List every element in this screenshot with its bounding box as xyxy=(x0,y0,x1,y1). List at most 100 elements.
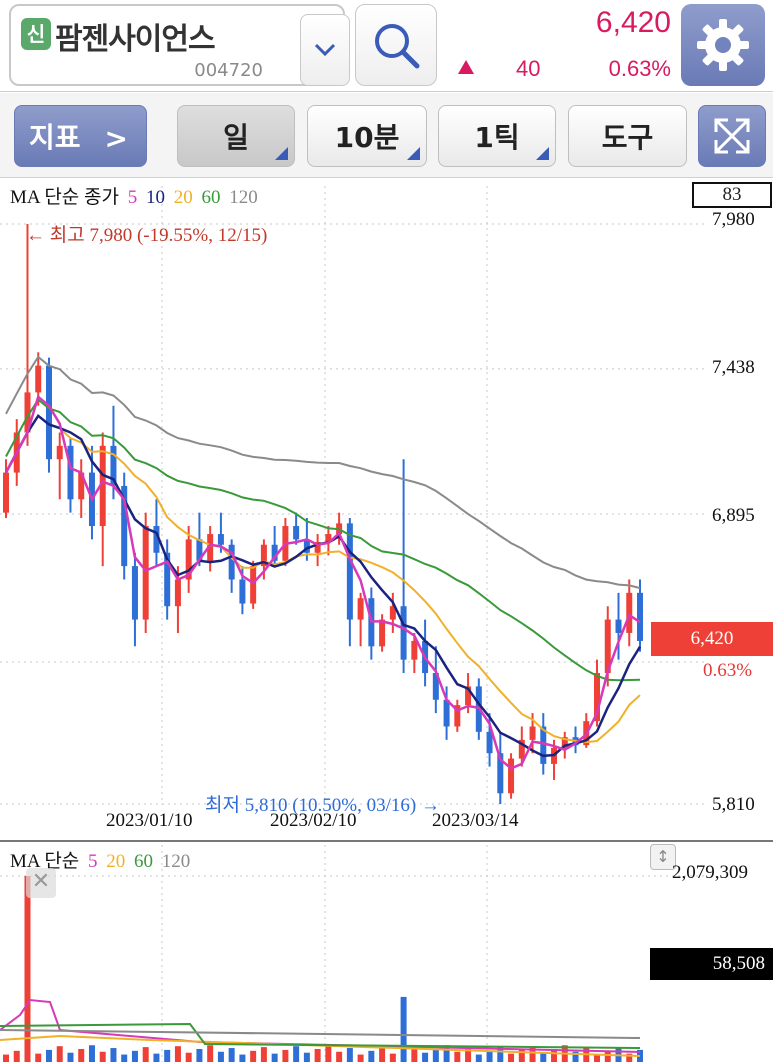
candle-body xyxy=(486,731,493,754)
volume-bar xyxy=(368,1050,375,1062)
vol-legend-ma20: 20 xyxy=(106,851,126,872)
current-pct-label: 0.63% xyxy=(703,660,753,681)
volume-bar xyxy=(346,1048,353,1062)
candle-body xyxy=(35,365,42,393)
vol-legend-ma60: 60 xyxy=(134,851,154,872)
legend-ma20: 20 xyxy=(173,187,193,208)
volume-bar xyxy=(604,1050,611,1062)
volume-bar xyxy=(508,1053,515,1062)
candle-body xyxy=(217,534,224,545)
candle-body xyxy=(142,526,149,620)
legend-ma10: 10 xyxy=(146,187,165,208)
y-label-3: 6,895 xyxy=(712,505,755,526)
volume-bar xyxy=(282,1049,289,1062)
vol-top-label: 2,079,309 xyxy=(672,862,748,883)
candle-body xyxy=(293,526,300,540)
candle-body xyxy=(174,579,181,607)
volume-bar xyxy=(185,1052,192,1062)
ma60-line xyxy=(5,398,641,682)
volume-bar xyxy=(260,1047,267,1062)
volume-bar xyxy=(174,1046,181,1062)
candle-body xyxy=(529,726,536,740)
top-value-box: 83 xyxy=(692,182,772,208)
volume-bar xyxy=(454,1051,461,1062)
volume-bar xyxy=(217,1051,224,1062)
volume-bar xyxy=(594,1054,601,1062)
volume-bar xyxy=(228,1048,235,1062)
volume-bar xyxy=(13,1050,20,1062)
candle-body xyxy=(45,365,52,460)
volume-bar xyxy=(56,1046,63,1062)
close-icon[interactable]: ✕ xyxy=(26,868,56,898)
volume-bar xyxy=(293,1046,300,1062)
volume-bar xyxy=(540,1052,547,1062)
candle-body xyxy=(443,699,450,727)
y-label-low: 5,810 xyxy=(712,794,755,815)
volume-bar xyxy=(271,1053,278,1062)
x-label-2: 2023/02/10 xyxy=(270,810,357,831)
volume-bar xyxy=(389,1053,396,1062)
volume-bar xyxy=(196,1048,203,1062)
current-price-tag: 6,420 xyxy=(651,622,773,656)
volume-current-tag: 58,508 xyxy=(650,948,773,980)
candle-body xyxy=(411,640,418,660)
volume-bar xyxy=(121,1054,128,1062)
volume-bar xyxy=(357,1054,364,1062)
volume-bar xyxy=(400,996,407,1062)
volume-bar xyxy=(336,1051,343,1062)
candle-body xyxy=(357,598,364,620)
legend-ma60: 60 xyxy=(201,187,221,208)
candle-body xyxy=(615,619,622,633)
volume-bar xyxy=(239,1054,246,1062)
x-label-1: 2023/01/10 xyxy=(106,810,193,831)
volume-bar xyxy=(78,1048,85,1062)
volume-bar xyxy=(314,1048,321,1062)
volume-bar xyxy=(67,1052,74,1062)
vol-legend-ma120: 120 xyxy=(161,851,191,872)
volume-bar xyxy=(207,1045,214,1062)
volume-bar xyxy=(24,876,31,1062)
candle-body xyxy=(379,619,386,647)
candle-body xyxy=(400,606,407,660)
volume-bar xyxy=(486,1050,493,1062)
candle-body xyxy=(3,472,9,513)
candle-body xyxy=(67,445,74,500)
x-label-3: 2023/03/14 xyxy=(432,810,519,831)
volume-bar xyxy=(131,1050,138,1062)
volume-bar xyxy=(153,1053,160,1062)
price-chart[interactable] xyxy=(0,0,773,1062)
legend-ma5: 5 xyxy=(127,187,138,208)
legend-prefix: MA 단순 종가 xyxy=(10,187,119,208)
volume-bar xyxy=(110,1048,117,1062)
volume-bar xyxy=(45,1049,52,1062)
candle-body xyxy=(228,544,235,580)
y-label-high: 7,980 xyxy=(712,209,755,230)
pane-divider[interactable] xyxy=(0,840,773,842)
volume-bar xyxy=(303,1052,310,1062)
candle-body xyxy=(508,758,515,794)
candle-body xyxy=(346,523,353,620)
candle-body xyxy=(56,445,63,460)
main-ma-legend: MA 단순 종가 5 10 20 60 120 xyxy=(10,182,262,209)
volume-bar xyxy=(475,1054,482,1062)
candle-body xyxy=(239,579,246,604)
volume-bar xyxy=(422,1052,429,1062)
volume-bar xyxy=(142,1047,149,1062)
volume-bar xyxy=(325,1045,332,1062)
volume-bar xyxy=(250,1050,257,1062)
volume-bar xyxy=(164,1049,171,1062)
candle-body xyxy=(250,566,257,604)
candle-body xyxy=(626,592,633,633)
volume-bar xyxy=(35,1053,42,1062)
candle-body xyxy=(637,592,643,641)
candle-body xyxy=(131,566,138,620)
vol-legend-ma5: 5 xyxy=(88,851,98,872)
volume-bar xyxy=(99,1051,106,1062)
volume-bar xyxy=(432,1048,439,1062)
legend-ma120: 120 xyxy=(229,187,258,208)
high-annotation: ← 최고 7,980 (-19.55%, 12/15) xyxy=(26,225,268,246)
volume-bar xyxy=(88,1045,95,1062)
volume-bar xyxy=(379,1047,386,1062)
volume-bar xyxy=(3,1054,9,1062)
y-label-2: 7,438 xyxy=(712,357,755,378)
